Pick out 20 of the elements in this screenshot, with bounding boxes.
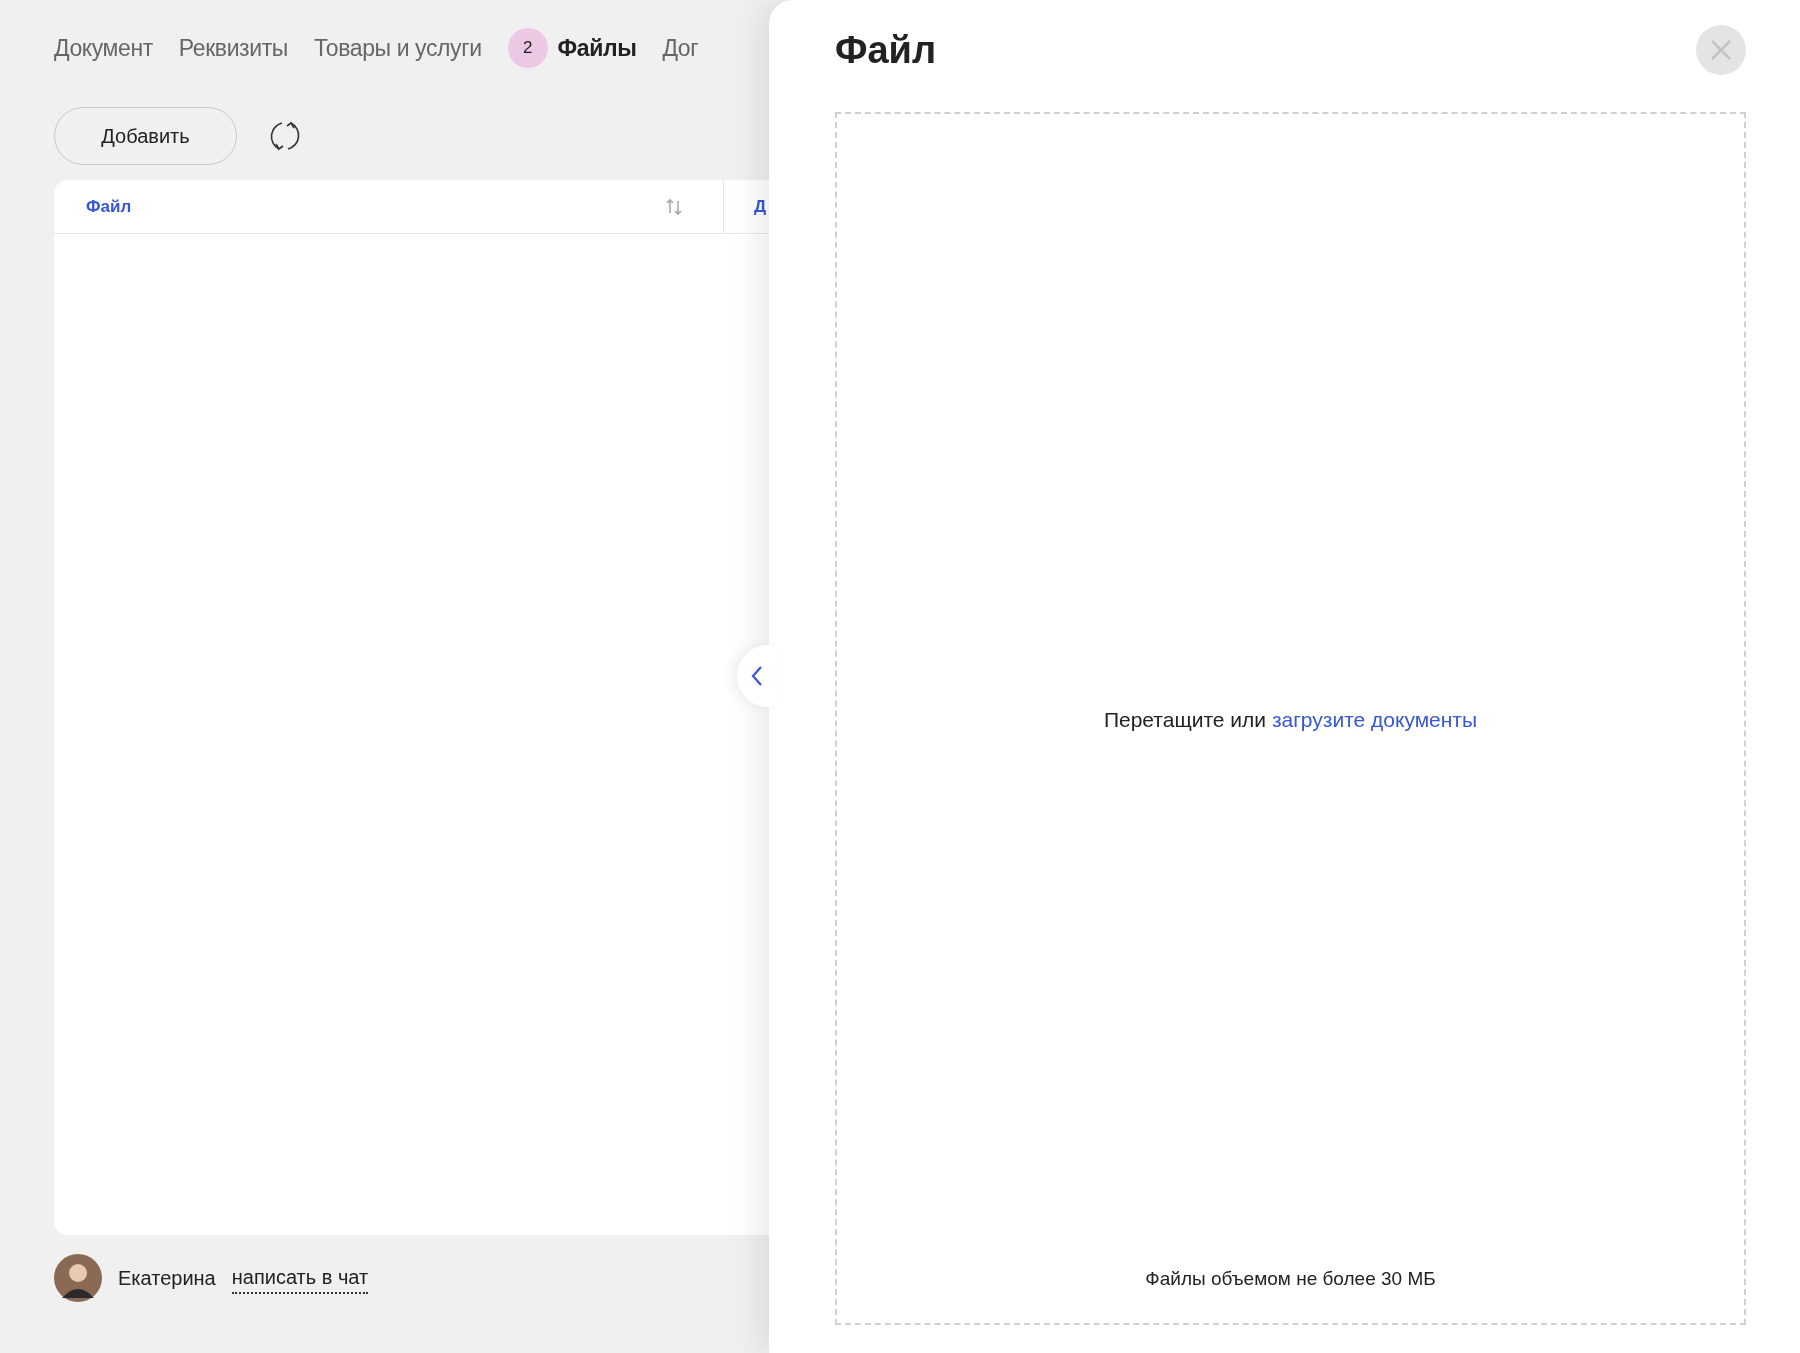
close-icon [1710, 39, 1732, 61]
column-header[interactable]: Д [724, 193, 767, 220]
tab[interactable]: Дог [662, 30, 699, 66]
tab[interactable]: Реквизиты [178, 30, 288, 66]
tab[interactable]: Файлы [557, 30, 637, 66]
chevron-left-icon [750, 664, 764, 688]
drop-zone[interactable]: Перетащите или загрузите документы Файлы объемом не более 30 МБ [835, 112, 1746, 1325]
size-hint: Файлы объемом не более 30 МБ [1145, 1266, 1436, 1291]
upload-link[interactable]: загрузите документы [1271, 707, 1478, 731]
drop-zone-text: Перетащите или загрузите документы [1103, 706, 1478, 733]
column-header[interactable]: Файл [86, 193, 132, 220]
user-name: Екатерина [118, 1266, 216, 1291]
tab[interactable]: Документ [54, 30, 153, 66]
chat-link[interactable]: написать в чат [231, 1262, 369, 1294]
tab[interactable]: Товары и услуги [313, 30, 482, 66]
close-button[interactable] [1696, 25, 1746, 75]
sort-icon[interactable] [665, 196, 683, 217]
avatar [54, 1254, 102, 1302]
panel-title: Файл [835, 27, 937, 73]
count-badge: 2 [507, 28, 548, 68]
